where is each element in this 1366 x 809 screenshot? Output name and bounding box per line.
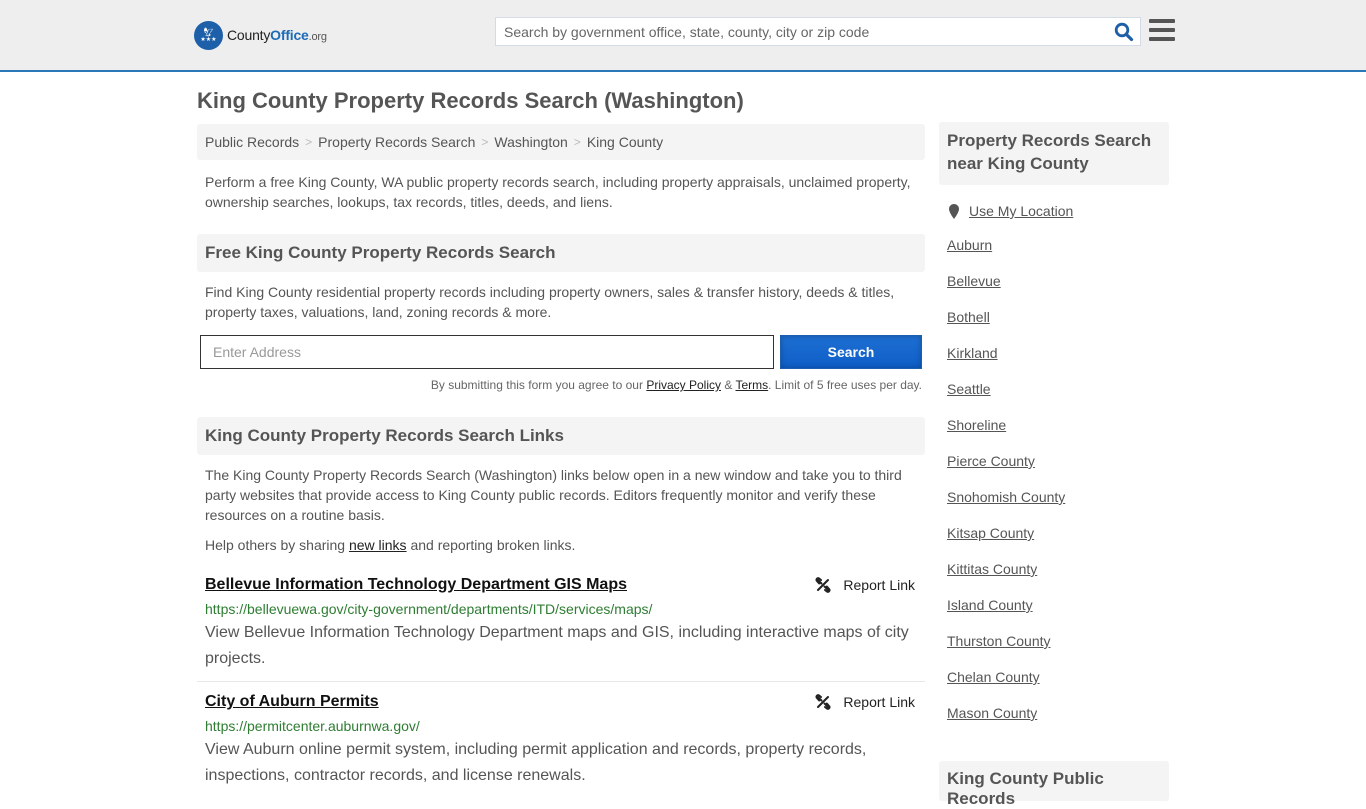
breadcrumb-washington[interactable]: Washington (494, 134, 567, 150)
address-search-form: Search (197, 335, 925, 369)
map-pin-icon (949, 203, 959, 219)
breadcrumb-public-records[interactable]: Public Records (205, 134, 299, 150)
report-link-label: Report Link (843, 694, 915, 710)
terms-notice: By submitting this form you agree to our… (197, 378, 925, 392)
address-input[interactable] (200, 335, 774, 369)
intro-text: Perform a free King County, WA public pr… (205, 174, 911, 210)
terms-prefix: By submitting this form you agree to our (430, 378, 647, 392)
logo-text-county: County (227, 27, 271, 43)
nearby-link-kittitas-county[interactable]: Kittitas County (947, 561, 1037, 577)
terms-link[interactable]: Terms (735, 378, 768, 392)
broken-link-icon (815, 694, 831, 710)
terms-and: & (721, 378, 736, 392)
breadcrumb-separator: > (305, 135, 313, 149)
nearby-item: Bellevue (947, 273, 1169, 309)
sidebar-heading: Property Records Search near King County (939, 122, 1169, 185)
resource-link-title[interactable]: Bellevue Information Technology Departme… (205, 575, 627, 595)
resource-link-url[interactable]: https://permitcenter.auburnwa.gov/ (205, 716, 917, 736)
report-link-button[interactable]: Report Link (815, 694, 915, 710)
nearby-link-auburn[interactable]: Auburn (947, 237, 992, 253)
hamburger-menu-icon[interactable] (1149, 19, 1175, 43)
use-location-row: Use My Location (939, 203, 1169, 219)
new-links-link[interactable]: new links (349, 537, 407, 553)
breadcrumb-separator: > (573, 135, 581, 149)
nearby-item: Kitsap County (947, 525, 1169, 561)
nearby-item: Chelan County (947, 669, 1169, 705)
nearby-link-kitsap-county[interactable]: Kitsap County (947, 525, 1034, 541)
nearby-link-island-county[interactable]: Island County (947, 597, 1033, 613)
resource-link-description: View Bellevue Information Technology Dep… (205, 624, 909, 667)
report-link-button[interactable]: Report Link (815, 577, 915, 593)
nearby-item: Pierce County (947, 453, 1169, 489)
menu-bar (1149, 37, 1175, 41)
nearby-link-seattle[interactable]: Seattle (947, 381, 991, 397)
resource-link-item: Bellevue Information Technology Departme… (197, 575, 925, 672)
privacy-policy-link[interactable]: Privacy Policy (646, 378, 721, 392)
menu-bar (1149, 19, 1175, 23)
page-title: King County Property Records Search (Was… (197, 88, 744, 113)
report-link-label: Report Link (843, 577, 915, 593)
breadcrumb: Public Records > Property Records Search… (197, 124, 925, 160)
resource-link-item: City of Auburn Permits Report Link https… (197, 692, 925, 789)
logo-text-office: Office (270, 27, 309, 43)
nearby-item: Island County (947, 597, 1169, 633)
help-prefix: Help others by sharing (205, 537, 349, 553)
help-text: Help others by sharing new links and rep… (197, 525, 925, 555)
nearby-item: Shoreline (947, 417, 1169, 453)
countyoffice-logo[interactable]: 🦅︎ ★★★ CountyOffice.org (194, 20, 327, 50)
nearby-item: Thurston County (947, 633, 1169, 669)
nearby-link-bellevue[interactable]: Bellevue (947, 273, 1001, 289)
nearby-link-chelan-county[interactable]: Chelan County (947, 669, 1040, 685)
resource-link-description: View Auburn online permit system, includ… (205, 741, 867, 784)
site-search-input[interactable] (496, 18, 1106, 45)
nearby-item: Seattle (947, 381, 1169, 417)
nearby-link-shoreline[interactable]: Shoreline (947, 417, 1006, 433)
top-header: 🦅︎ ★★★ CountyOffice.org (0, 0, 1366, 72)
nearby-item: Kittitas County (947, 561, 1169, 597)
logo-text-org: .org (308, 31, 327, 43)
sidebar-public-records-heading: King County Public Records (939, 761, 1169, 808)
breadcrumb-king-county[interactable]: King County (587, 134, 663, 150)
nearby-item: Auburn (947, 237, 1169, 273)
links-section-heading: King County Property Records Search Link… (197, 417, 925, 455)
resource-link-title[interactable]: City of Auburn Permits (205, 692, 379, 712)
menu-bar (1149, 28, 1175, 32)
resource-link-url[interactable]: https://bellevuewa.gov/city-government/d… (205, 599, 917, 619)
nearby-link-snohomish-county[interactable]: Snohomish County (947, 489, 1065, 505)
divider (197, 681, 925, 682)
broken-link-icon (815, 577, 831, 593)
nearby-item: Mason County (947, 705, 1169, 741)
use-my-location-link[interactable]: Use My Location (969, 203, 1073, 219)
main-content: Public Records > Property Records Search… (197, 124, 925, 789)
help-suffix: and reporting broken links. (406, 537, 576, 553)
site-search (495, 17, 1141, 46)
nearby-link-pierce-county[interactable]: Pierce County (947, 453, 1035, 469)
terms-suffix: . Limit of 5 free uses per day. (768, 378, 922, 392)
breadcrumb-separator: > (481, 135, 489, 149)
nearby-list: Auburn Bellevue Bothell Kirkland Seattle… (939, 237, 1169, 741)
nearby-link-mason-county[interactable]: Mason County (947, 705, 1037, 721)
nearby-link-thurston-county[interactable]: Thurston County (947, 633, 1051, 649)
free-search-description: Find King County residential property re… (205, 284, 895, 320)
search-icon[interactable] (1114, 22, 1134, 42)
breadcrumb-property-records-search[interactable]: Property Records Search (318, 134, 475, 150)
free-search-heading: Free King County Property Records Search (197, 234, 925, 272)
nearby-item: Kirkland (947, 345, 1169, 381)
address-search-button[interactable]: Search (780, 335, 922, 369)
nearby-item: Snohomish County (947, 489, 1169, 525)
nearby-item: Bothell (947, 309, 1169, 345)
nearby-link-bothell[interactable]: Bothell (947, 309, 990, 325)
nearby-link-kirkland[interactable]: Kirkland (947, 345, 998, 361)
links-section-description: The King County Property Records Search … (205, 467, 902, 523)
eagle-stars-icon: 🦅︎ ★★★ (194, 20, 223, 50)
logo-text: CountyOffice.org (227, 27, 327, 43)
sidebar: Property Records Search near King County… (939, 122, 1169, 808)
